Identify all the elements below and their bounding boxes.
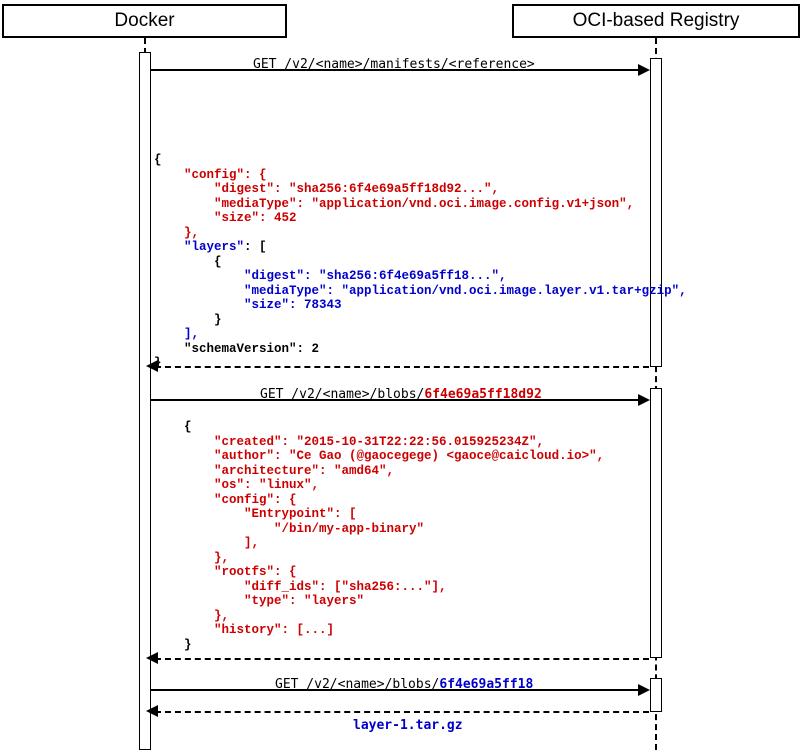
activation-docker — [139, 52, 151, 750]
json-manifest-response: { "config": { "digest": "sha256:6f4e69a5… — [154, 153, 687, 371]
activation-registry-3 — [650, 678, 662, 712]
arrow-head-get-config-blob — [638, 394, 650, 406]
arrow-head-config-response — [146, 652, 158, 664]
json-config-response: { "created": "2015-10-31T22:22:56.015925… — [154, 420, 604, 652]
arrow-config-response — [155, 658, 649, 660]
participant-registry: OCI-based Registry — [512, 4, 800, 38]
label-get-layer-blob: GET /v2/<name>/blobs/6f4e69a5ff18 — [275, 677, 533, 692]
participant-docker: Docker — [2, 4, 287, 38]
arrow-head-layer-response — [146, 705, 158, 717]
label-layer-response: layer-1.tar.gz — [353, 718, 463, 733]
label-get-manifests: GET /v2/<name>/manifests/<reference> — [253, 57, 535, 72]
activation-registry-2 — [650, 388, 662, 658]
label-get-config-blob: GET /v2/<name>/blobs/6f4e69a5ff18d92 — [260, 387, 542, 402]
arrow-layer-response — [155, 711, 649, 713]
arrow-head-get-manifests — [638, 64, 650, 76]
arrow-manifest-response — [155, 366, 649, 368]
arrow-head-manifest-response — [146, 360, 158, 372]
arrow-head-get-layer-blob — [638, 684, 650, 696]
